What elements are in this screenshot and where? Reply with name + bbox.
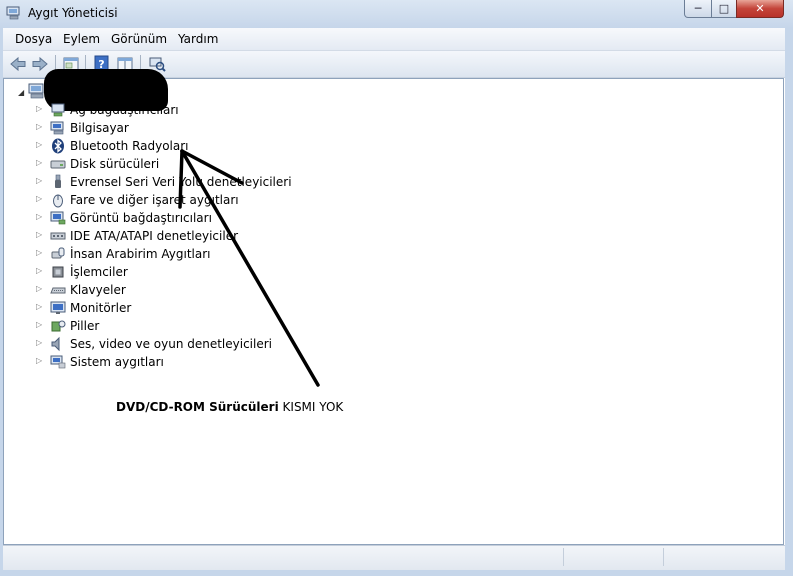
menu-eylem[interactable]: Eylem <box>63 32 100 46</box>
annotation-normal-text: KISMI YOK <box>278 400 344 414</box>
status-pane <box>663 548 784 566</box>
title-bar[interactable]: Aygıt Yöneticisi ─ □ ✕ <box>0 0 793 28</box>
status-pane <box>563 548 664 566</box>
annotation-arrow <box>178 149 320 387</box>
menu-bar: Dosya Eylem Görünüm Yardım <box>3 28 785 51</box>
device-tree[interactable]: ◢ ▷ Ağ bağdaştırıcıları ▷ Bilgisayar ▷ B… <box>3 69 784 545</box>
window-border-bottom <box>0 569 793 576</box>
minimize-button[interactable]: ─ <box>684 0 712 18</box>
menu-yardim[interactable]: Yardım <box>178 32 218 46</box>
close-button[interactable]: ✕ <box>736 0 784 18</box>
annotation-text: DVD/CD-ROM Sürücüleri KISMI YOK <box>116 400 343 414</box>
window-title: Aygıt Yöneticisi <box>28 6 118 20</box>
window-border-right <box>785 28 793 576</box>
menu-gorunum[interactable]: Görünüm <box>111 32 167 46</box>
forward-arrow-icon[interactable] <box>31 55 49 73</box>
annotation-bold-text: DVD/CD-ROM Sürücüleri <box>116 400 279 414</box>
menu-dosya[interactable]: Dosya <box>15 32 52 46</box>
device-manager-icon <box>6 6 20 20</box>
maximize-button[interactable]: □ <box>711 0 737 18</box>
back-arrow-icon[interactable] <box>9 55 27 73</box>
status-bar <box>3 545 785 570</box>
